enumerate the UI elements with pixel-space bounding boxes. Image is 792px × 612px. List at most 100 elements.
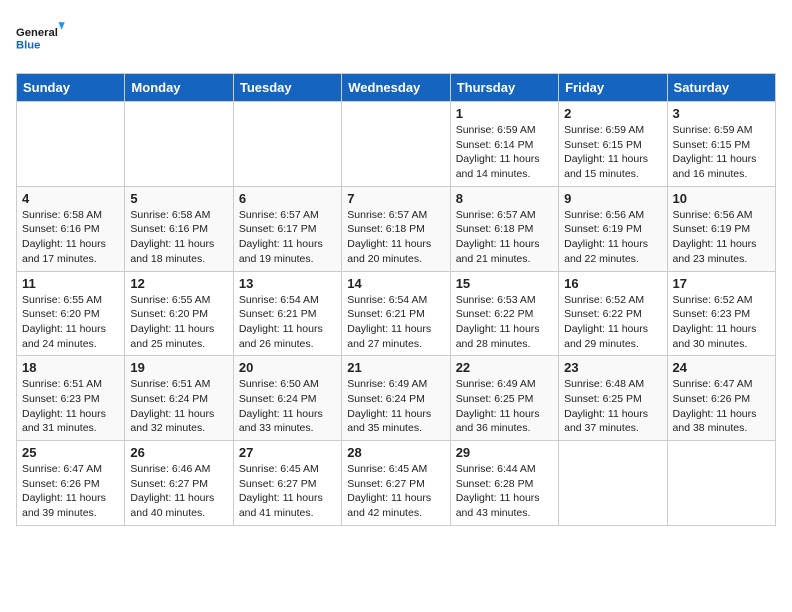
calendar-body: 1 Sunrise: 6:59 AMSunset: 6:14 PMDaylight… [17,102,776,526]
day-info: Sunrise: 6:58 AMSunset: 6:16 PMDaylight:… [22,208,119,267]
day-number: 22 [456,360,553,375]
day-info: Sunrise: 6:54 AMSunset: 6:21 PMDaylight:… [239,293,336,352]
day-info: Sunrise: 6:52 AMSunset: 6:22 PMDaylight:… [564,293,661,352]
day-info: Sunrise: 6:56 AMSunset: 6:19 PMDaylight:… [564,208,661,267]
day-header-monday: Monday [125,74,233,102]
day-info: Sunrise: 6:59 AMSunset: 6:14 PMDaylight:… [456,123,553,182]
day-number: 29 [456,445,553,460]
calendar-cell: 2 Sunrise: 6:59 AMSunset: 6:15 PMDaylight… [559,102,667,187]
day-number: 23 [564,360,661,375]
day-number: 2 [564,106,661,121]
page-header: General Blue [16,16,776,61]
day-info: Sunrise: 6:55 AMSunset: 6:20 PMDaylight:… [22,293,119,352]
calendar-cell: 24 Sunrise: 6:47 AMSunset: 6:26 PMDayligh… [667,356,775,441]
calendar-cell [559,441,667,526]
day-number: 18 [22,360,119,375]
calendar-cell: 5 Sunrise: 6:58 AMSunset: 6:16 PMDaylight… [125,186,233,271]
day-number: 5 [130,191,227,206]
day-number: 6 [239,191,336,206]
calendar-cell: 28 Sunrise: 6:45 AMSunset: 6:27 PMDayligh… [342,441,450,526]
calendar-cell: 8Sunrise: 6:57 AMSunset: 6:18 PMDaylight… [450,186,558,271]
calendar-cell: 27 Sunrise: 6:45 AMSunset: 6:27 PMDayligh… [233,441,341,526]
day-number: 21 [347,360,444,375]
calendar-cell [667,441,775,526]
calendar-cell: 29 Sunrise: 6:44 AMSunset: 6:28 PMDayligh… [450,441,558,526]
day-info: Sunrise: 6:53 AMSunset: 6:22 PMDaylight:… [456,293,553,352]
day-info: Sunrise: 6:51 AMSunset: 6:24 PMDaylight:… [130,377,227,436]
day-info: Sunrise: 6:54 AMSunset: 6:21 PMDaylight:… [347,293,444,352]
logo-svg: General Blue [16,16,66,61]
day-number: 7 [347,191,444,206]
calendar-cell: 10 Sunrise: 6:56 AMSunset: 6:19 PMDayligh… [667,186,775,271]
day-info: Sunrise: 6:44 AMSunset: 6:28 PMDaylight:… [456,462,553,521]
calendar-header: SundayMondayTuesdayWednesdayThursdayFrid… [17,74,776,102]
day-number: 27 [239,445,336,460]
calendar-cell [342,102,450,187]
day-number: 9 [564,191,661,206]
day-number: 4 [22,191,119,206]
day-info: Sunrise: 6:48 AMSunset: 6:25 PMDaylight:… [564,377,661,436]
week-row-2: 4 Sunrise: 6:58 AMSunset: 6:16 PMDaylight… [17,186,776,271]
day-number: 8 [456,191,553,206]
calendar-cell: 17 Sunrise: 6:52 AMSunset: 6:23 PMDayligh… [667,271,775,356]
day-number: 25 [22,445,119,460]
calendar-cell: 22 Sunrise: 6:49 AMSunset: 6:25 PMDayligh… [450,356,558,441]
calendar-cell: 9 Sunrise: 6:56 AMSunset: 6:19 PMDaylight… [559,186,667,271]
calendar-cell: 11 Sunrise: 6:55 AMSunset: 6:20 PMDayligh… [17,271,125,356]
day-number: 17 [673,276,770,291]
calendar-cell: 16Sunrise: 6:52 AMSunset: 6:22 PMDayligh… [559,271,667,356]
day-info: Sunrise: 6:49 AMSunset: 6:24 PMDaylight:… [347,377,444,436]
calendar-cell: 3Sunrise: 6:59 AMSunset: 6:15 PMDaylight… [667,102,775,187]
calendar-cell: 21 Sunrise: 6:49 AMSunset: 6:24 PMDayligh… [342,356,450,441]
week-row-5: 25Sunrise: 6:47 AMSunset: 6:26 PMDayligh… [17,441,776,526]
calendar-cell: 26 Sunrise: 6:46 AMSunset: 6:27 PMDayligh… [125,441,233,526]
day-info: Sunrise: 6:55 AMSunset: 6:20 PMDaylight:… [130,293,227,352]
calendar-cell: 20Sunrise: 6:50 AMSunset: 6:24 PMDayligh… [233,356,341,441]
day-info: Sunrise: 6:49 AMSunset: 6:25 PMDaylight:… [456,377,553,436]
day-info: Sunrise: 6:45 AMSunset: 6:27 PMDaylight:… [239,462,336,521]
calendar-table: SundayMondayTuesdayWednesdayThursdayFrid… [16,73,776,526]
week-row-4: 18 Sunrise: 6:51 AMSunset: 6:23 PMDayligh… [17,356,776,441]
calendar-cell: 14 Sunrise: 6:54 AMSunset: 6:21 PMDayligh… [342,271,450,356]
svg-text:Blue: Blue [16,40,40,52]
day-info: Sunrise: 6:57 AMSunset: 6:18 PMDaylight:… [347,208,444,267]
day-number: 28 [347,445,444,460]
day-header-row: SundayMondayTuesdayWednesdayThursdayFrid… [17,74,776,102]
day-number: 3 [673,106,770,121]
calendar-cell: 4 Sunrise: 6:58 AMSunset: 6:16 PMDaylight… [17,186,125,271]
day-info: Sunrise: 6:59 AMSunset: 6:15 PMDaylight:… [564,123,661,182]
day-header-wednesday: Wednesday [342,74,450,102]
day-info: Sunrise: 6:52 AMSunset: 6:23 PMDaylight:… [673,293,770,352]
day-info: Sunrise: 6:45 AMSunset: 6:27 PMDaylight:… [347,462,444,521]
calendar-cell: 23 Sunrise: 6:48 AMSunset: 6:25 PMDayligh… [559,356,667,441]
day-info: Sunrise: 6:47 AMSunset: 6:26 PMDaylight:… [673,377,770,436]
calendar-cell: 12Sunrise: 6:55 AMSunset: 6:20 PMDayligh… [125,271,233,356]
logo: General Blue [16,16,66,61]
calendar-cell [17,102,125,187]
day-info: Sunrise: 6:57 AMSunset: 6:17 PMDaylight:… [239,208,336,267]
day-info: Sunrise: 6:46 AMSunset: 6:27 PMDaylight:… [130,462,227,521]
day-number: 1 [456,106,553,121]
day-number: 14 [347,276,444,291]
day-info: Sunrise: 6:58 AMSunset: 6:16 PMDaylight:… [130,208,227,267]
day-number: 26 [130,445,227,460]
day-number: 15 [456,276,553,291]
day-header-tuesday: Tuesday [233,74,341,102]
day-header-friday: Friday [559,74,667,102]
calendar-cell: 25Sunrise: 6:47 AMSunset: 6:26 PMDayligh… [17,441,125,526]
calendar-cell: 6 Sunrise: 6:57 AMSunset: 6:17 PMDaylight… [233,186,341,271]
calendar-cell: 13Sunrise: 6:54 AMSunset: 6:21 PMDayligh… [233,271,341,356]
day-header-saturday: Saturday [667,74,775,102]
day-info: Sunrise: 6:51 AMSunset: 6:23 PMDaylight:… [22,377,119,436]
day-number: 24 [673,360,770,375]
svg-text:General: General [16,27,58,39]
day-number: 10 [673,191,770,206]
calendar-cell: 15 Sunrise: 6:53 AMSunset: 6:22 PMDayligh… [450,271,558,356]
calendar-cell: 19 Sunrise: 6:51 AMSunset: 6:24 PMDayligh… [125,356,233,441]
day-number: 11 [22,276,119,291]
day-info: Sunrise: 6:56 AMSunset: 6:19 PMDaylight:… [673,208,770,267]
calendar-cell: 1 Sunrise: 6:59 AMSunset: 6:14 PMDaylight… [450,102,558,187]
day-number: 19 [130,360,227,375]
calendar-cell [233,102,341,187]
calendar-cell: 7 Sunrise: 6:57 AMSunset: 6:18 PMDaylight… [342,186,450,271]
